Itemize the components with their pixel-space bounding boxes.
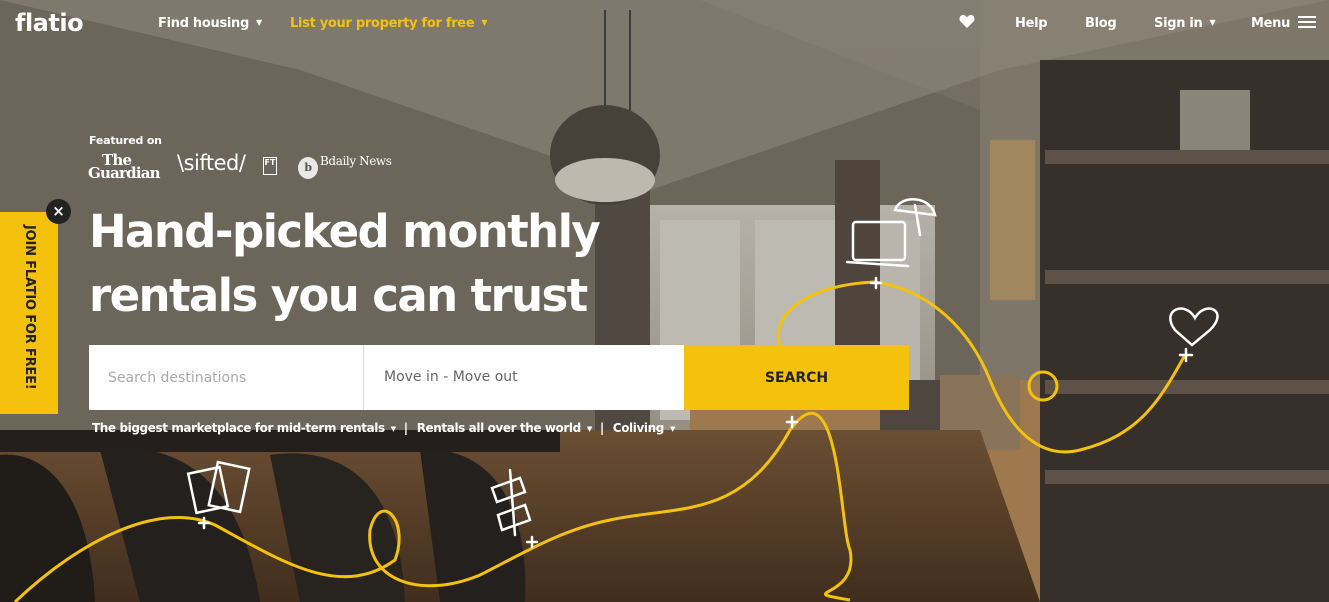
nav-list-property[interactable]: List your property for free ▼ [290, 16, 487, 31]
chevron-down-icon: ▼ [481, 18, 488, 27]
destination-search-input[interactable] [89, 345, 364, 410]
chevron-down-icon: ▼ [669, 425, 675, 433]
bdaily-mark-icon: b [298, 157, 318, 179]
nav-blog[interactable]: Blog [1085, 16, 1117, 31]
chevron-down-icon: ▼ [586, 425, 592, 433]
separator: | [599, 421, 604, 435]
nav-sign-in[interactable]: Sign in ▼ [1154, 16, 1216, 31]
marketplace-link-label: The biggest marketplace for mid-term ren… [92, 421, 385, 435]
rentals-worldwide-link-label: Rentals all over the world [416, 421, 582, 435]
nav-find-housing-label: Find housing [158, 16, 250, 31]
guardian-logo-line2: Guardian [88, 164, 161, 182]
flatio-logo[interactable]: flatio [15, 9, 84, 37]
heart-icon [959, 15, 975, 28]
chevron-down-icon: ▼ [1209, 18, 1216, 27]
top-navigation-bar: flatio Find housing ▼ List your property … [0, 0, 1329, 50]
search-button[interactable]: SEARCH [684, 345, 909, 410]
chevron-down-icon: ▼ [256, 18, 262, 27]
hero-title: Hand-picked monthly rentals you can trus… [89, 205, 601, 322]
separator: | [403, 421, 408, 435]
nav-menu-label: Menu [1251, 16, 1291, 31]
category-links: The biggest marketplace for mid-term ren… [92, 421, 675, 435]
guardian-logo: The Guardian [88, 153, 161, 182]
chevron-down-icon: ▼ [390, 425, 396, 433]
nav-find-housing[interactable]: Find housing ▼ [158, 16, 262, 31]
marketplace-link[interactable]: The biggest marketplace for mid-term ren… [92, 421, 396, 435]
rentals-worldwide-link[interactable]: Rentals all over the world ▼ [416, 421, 593, 435]
nav-help[interactable]: Help [1015, 16, 1048, 31]
favorites-button[interactable] [959, 14, 975, 33]
sifted-logo: \sifted/ [177, 151, 246, 175]
nav-list-property-label: List your property for free [290, 16, 475, 31]
nav-menu-button[interactable]: Menu [1251, 16, 1317, 31]
join-flatio-label: JOIN FLATIO FOR FREE! [22, 225, 37, 390]
join-flatio-tab[interactable]: JOIN FLATIO FOR FREE! [0, 212, 58, 414]
move-in-move-out-date-picker[interactable]: Move in - Move out [364, 345, 684, 410]
hamburger-icon [1298, 16, 1317, 29]
close-icon[interactable]: × [46, 199, 71, 224]
coliving-link[interactable]: Coliving ▼ [612, 421, 676, 435]
featured-on-label: Featured on [89, 134, 162, 147]
bdaily-news-label: Bdaily News [320, 154, 392, 168]
ft-logo: FT [263, 157, 277, 175]
coliving-link-label: Coliving [612, 421, 665, 435]
search-bar: Move in - Move out SEARCH [89, 345, 909, 410]
nav-sign-in-label: Sign in [1154, 16, 1203, 31]
bdaily-news-logo: b Bdaily News [298, 154, 392, 179]
